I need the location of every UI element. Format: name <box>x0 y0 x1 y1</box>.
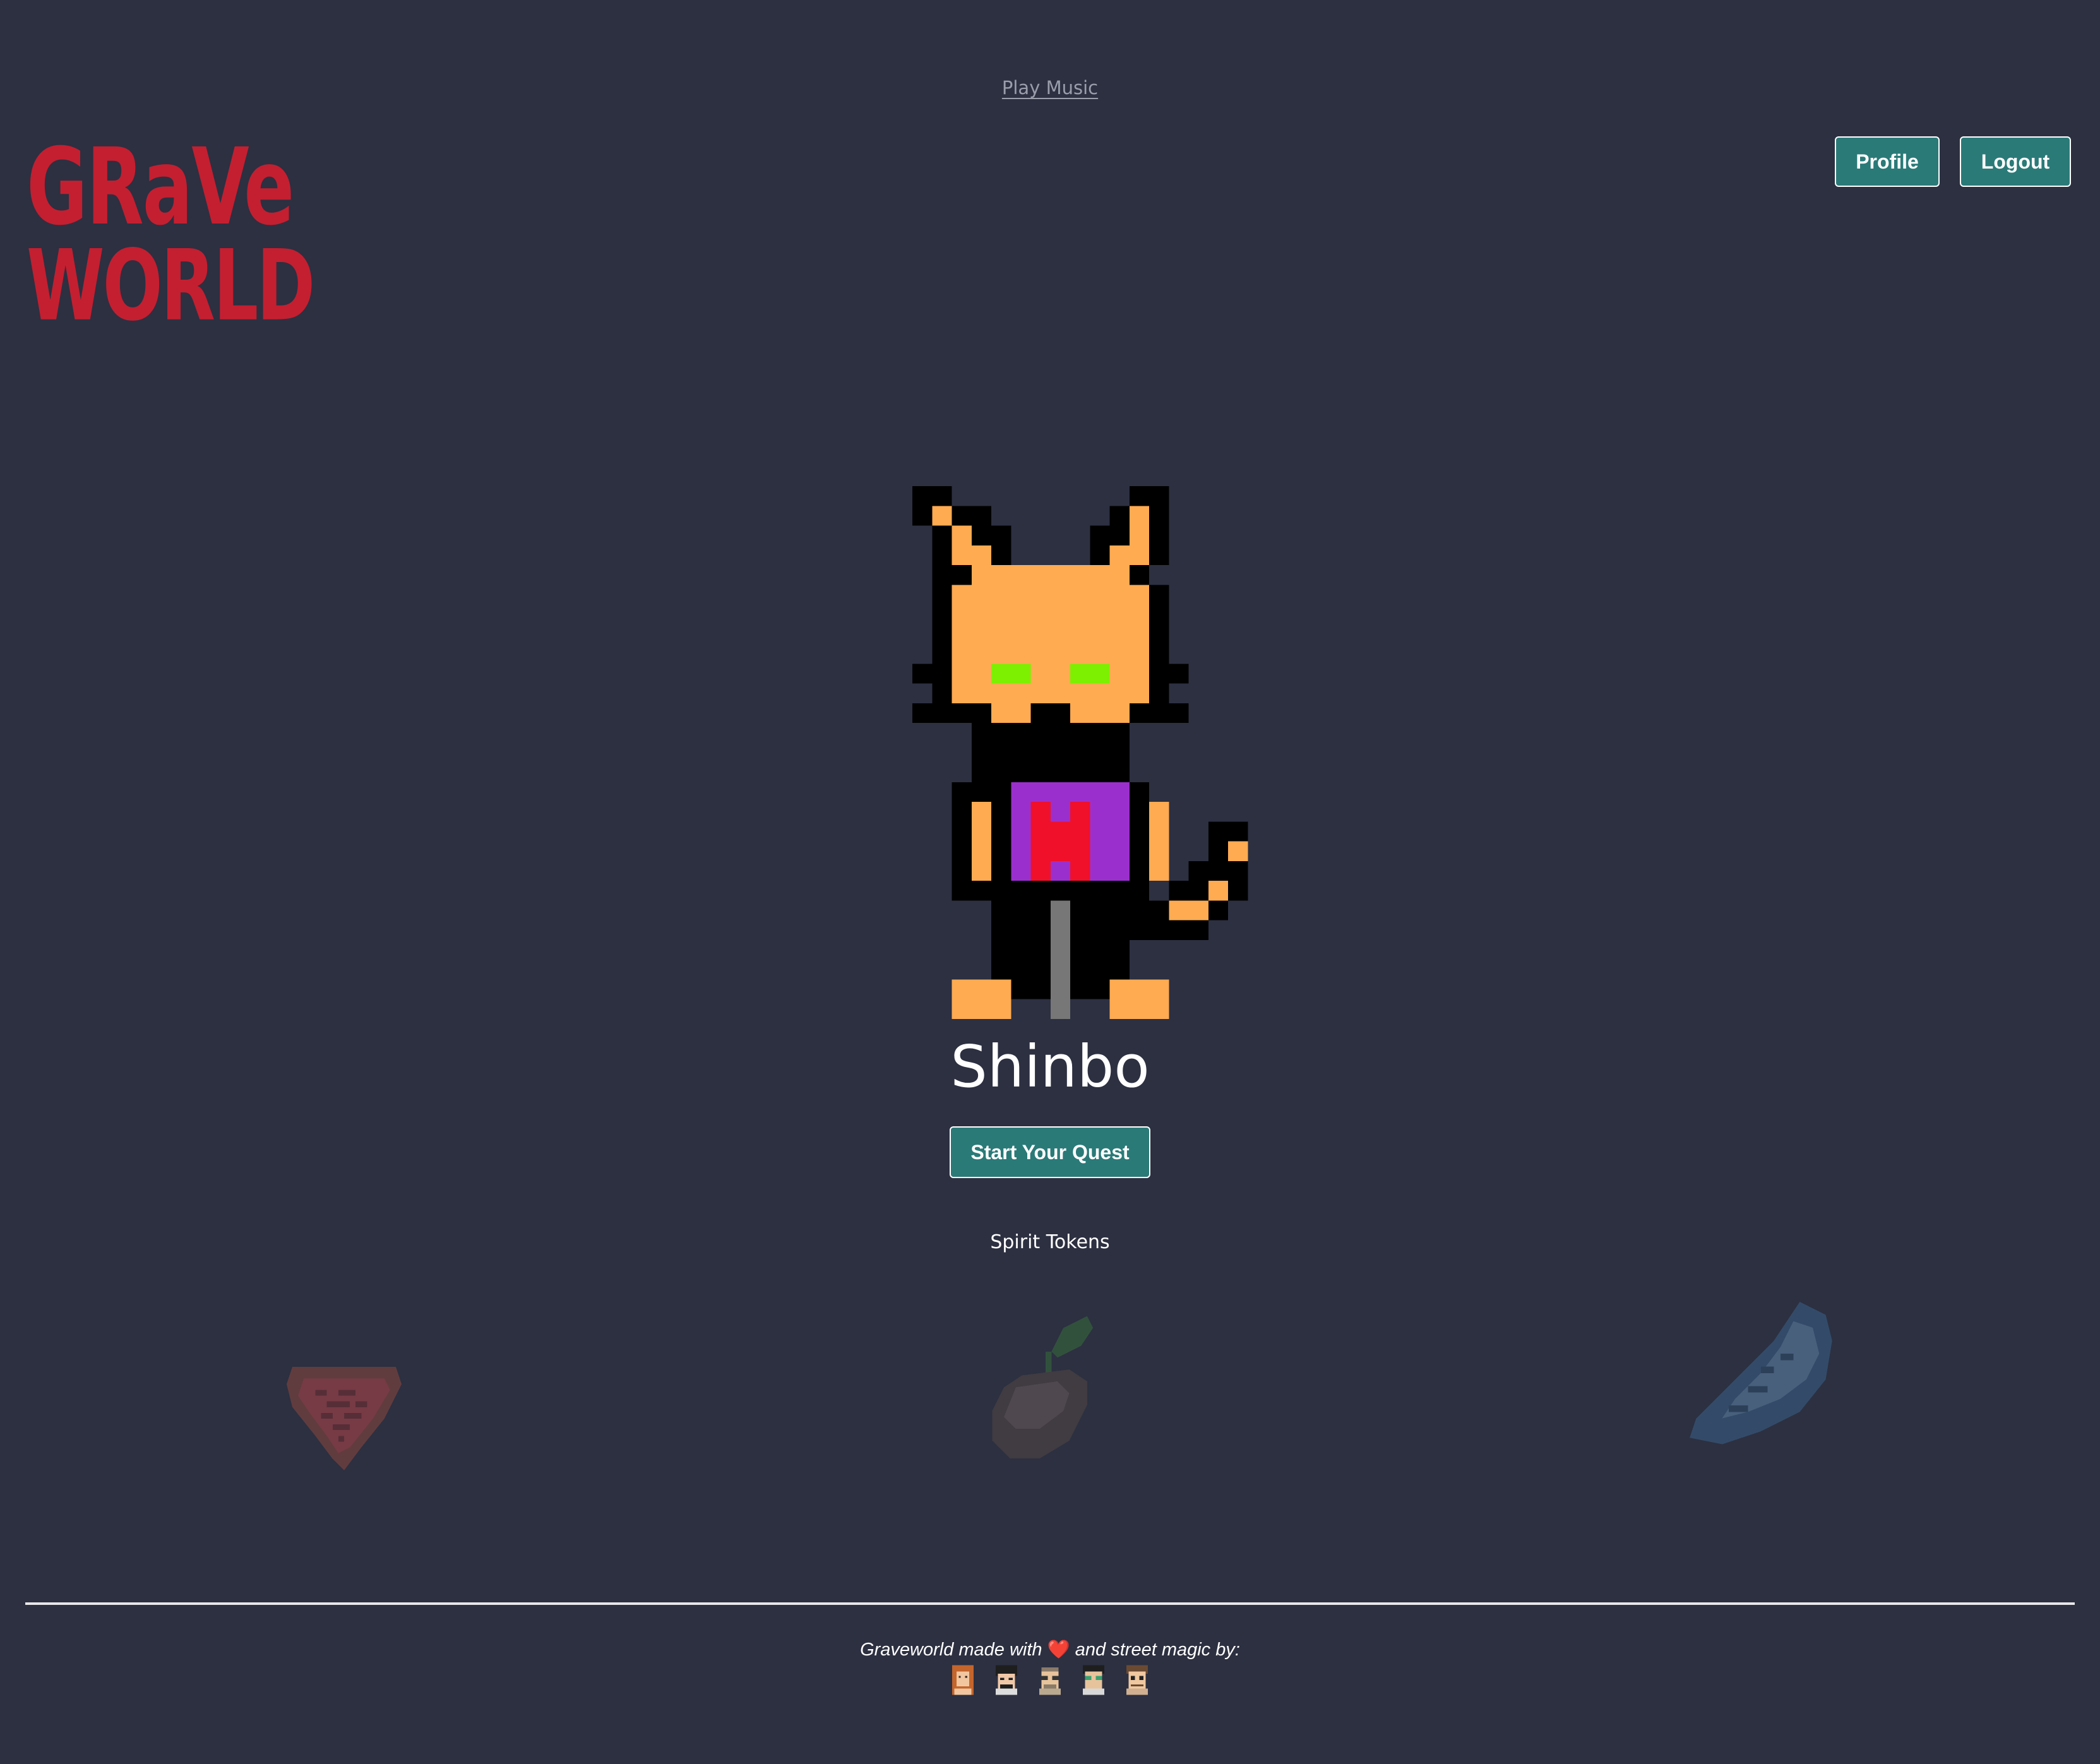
logout-button[interactable]: Logout <box>1960 136 2071 187</box>
maker-avatar-5-icon[interactable] <box>1120 1663 1154 1697</box>
logo-line-grave: GRaVe <box>27 124 294 249</box>
character-name: Shinbo <box>950 1033 1150 1100</box>
logo-line-world: WORLD <box>27 229 315 343</box>
maker-avatar-1-icon[interactable] <box>946 1663 980 1697</box>
credits-text-start: Graveworld made with <box>860 1640 1042 1660</box>
start-quest-button[interactable]: Start Your Quest <box>950 1126 1150 1178</box>
credits-text: Graveworld made with ❤️ and street magic… <box>0 1639 2100 1660</box>
credits-text-end: and street magic by: <box>1075 1640 1240 1660</box>
seed-sprout-icon <box>992 1316 1094 1459</box>
play-music-link[interactable]: Play Music <box>0 77 2100 98</box>
pixel-cat-icon <box>912 486 1248 1019</box>
graveworld-logo[interactable]: GRaVe WORLD <box>27 124 323 335</box>
footer-divider <box>25 1602 2075 1605</box>
maker-avatar-3-icon[interactable] <box>1033 1663 1067 1697</box>
spirit-tokens-label: Spirit Tokens <box>990 1231 1110 1253</box>
maker-avatar-2-icon[interactable] <box>989 1663 1023 1697</box>
feather-icon <box>1690 1302 1832 1445</box>
profile-button[interactable]: Profile <box>1835 136 1940 187</box>
heart-icon: ❤️ <box>1047 1640 1070 1660</box>
heart-gem-icon <box>287 1367 402 1470</box>
maker-avatar-4-icon[interactable] <box>1077 1663 1111 1697</box>
makers-list <box>946 1663 1154 1698</box>
